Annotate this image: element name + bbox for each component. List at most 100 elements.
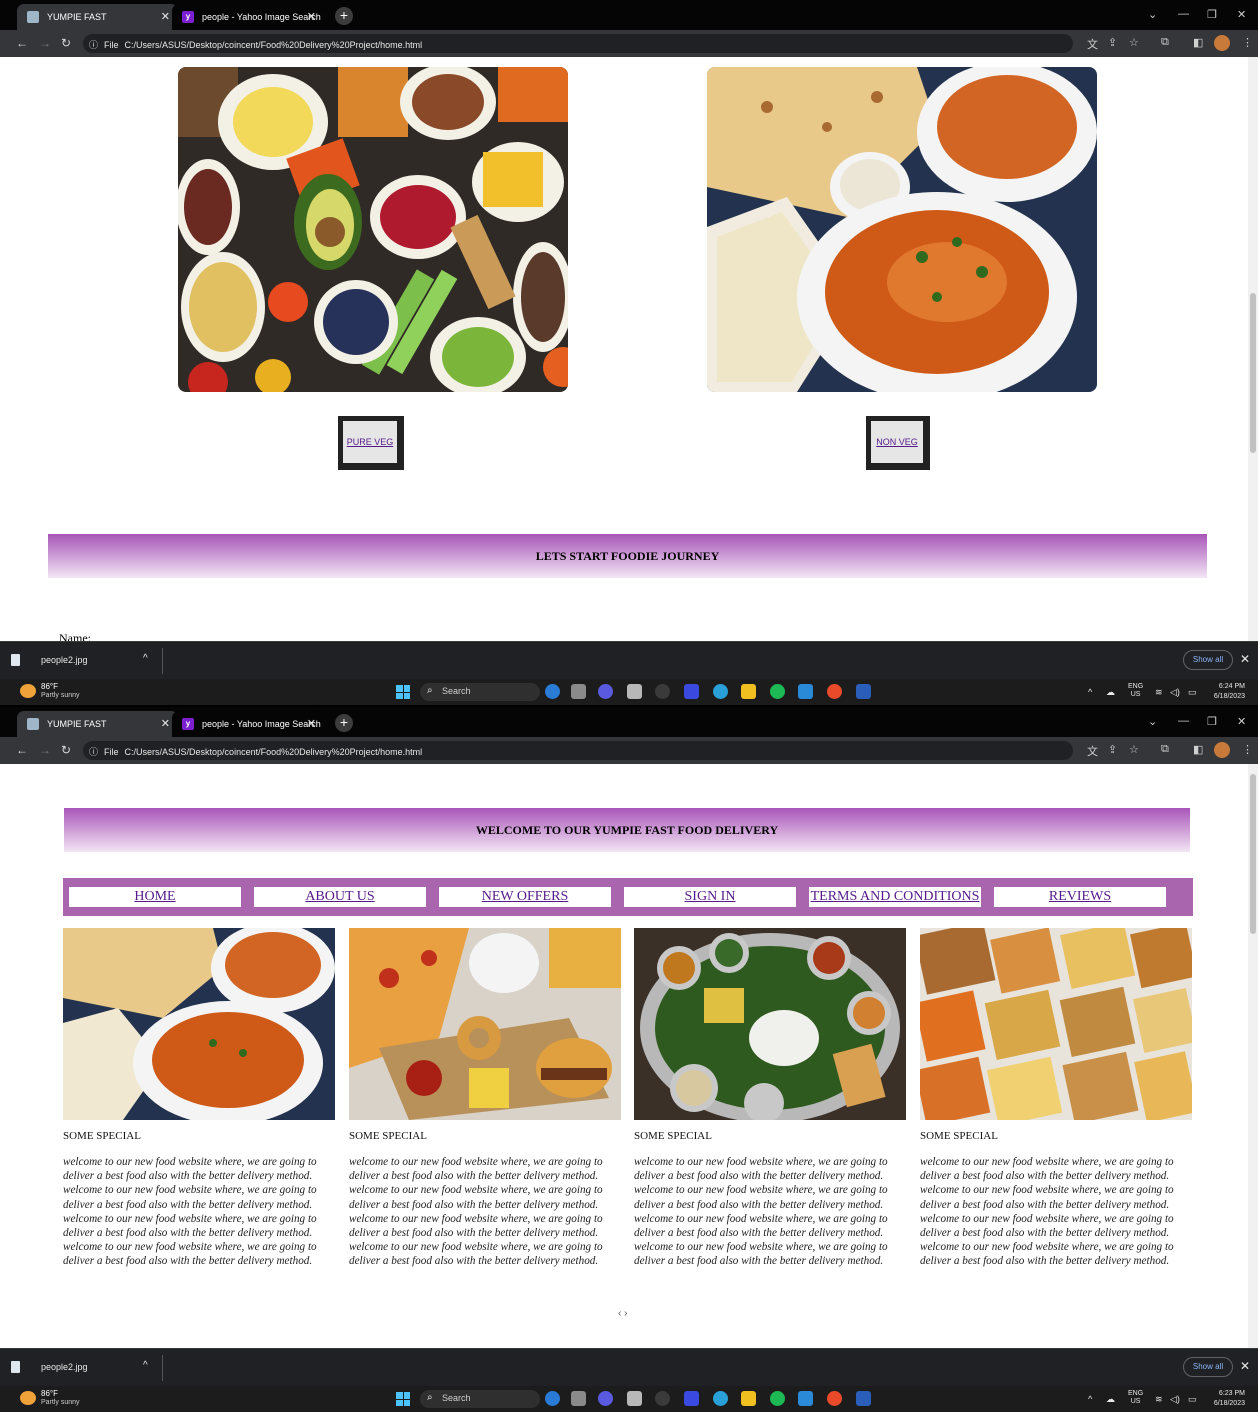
- restore-button[interactable]: ❐: [1207, 8, 1217, 21]
- word-icon[interactable]: [856, 1391, 871, 1406]
- carousel-arrows[interactable]: ‹ ›: [618, 1308, 627, 1319]
- vscode-icon[interactable]: [798, 1391, 813, 1406]
- tab-search-icon[interactable]: ⌄: [1148, 8, 1157, 21]
- tab-yumpie[interactable]: YUMPIE FAST ✕: [17, 4, 178, 30]
- close-tab-icon[interactable]: ✕: [307, 10, 316, 23]
- share-icon[interactable]: ⇪: [1108, 36, 1117, 49]
- url-field[interactable]: ⓘ File C:/Users/ASUS/Desktop/coincent/Food…: [83, 741, 1073, 760]
- taskbar-search[interactable]: ⌕ Search: [420, 1390, 540, 1408]
- pure-veg-button[interactable]: PURE VEG: [338, 416, 404, 470]
- close-window-button[interactable]: ✕: [1237, 8, 1246, 21]
- store-icon[interactable]: [627, 684, 642, 699]
- tray-chevron-icon[interactable]: ^: [1088, 1394, 1092, 1404]
- battery-icon[interactable]: ▭: [1188, 1394, 1197, 1405]
- profile-avatar[interactable]: [1214, 35, 1230, 51]
- weather-icon[interactable]: [20, 1391, 36, 1405]
- task-view-icon[interactable]: [571, 1391, 586, 1406]
- nav-home[interactable]: HOME: [69, 887, 241, 907]
- translate-icon[interactable]: 文: [1087, 36, 1098, 52]
- chrome-icon[interactable]: [827, 684, 842, 699]
- copilot-icon[interactable]: [545, 1391, 560, 1406]
- chevron-up-icon[interactable]: ^: [143, 1360, 148, 1371]
- app-icon[interactable]: [684, 1391, 699, 1406]
- url-field[interactable]: ⓘ File C:/Users/ASUS/Desktop/coincent/Food…: [83, 34, 1073, 53]
- close-downloads-icon[interactable]: ✕: [1240, 1359, 1250, 1373]
- new-tab-button[interactable]: +: [335, 714, 353, 732]
- windows-start-icon[interactable]: [396, 1392, 410, 1406]
- app-icon[interactable]: [684, 684, 699, 699]
- chrome-icon[interactable]: [827, 1391, 842, 1406]
- weather-icon[interactable]: [20, 684, 36, 698]
- side-panel-icon[interactable]: ◧: [1193, 36, 1203, 49]
- teams-icon[interactable]: [598, 684, 613, 699]
- restore-button[interactable]: ❐: [1207, 715, 1217, 728]
- store-icon[interactable]: [627, 1391, 642, 1406]
- tab-yahoo[interactable]: y people - Yahoo Image Search R ✕: [172, 711, 324, 737]
- volume-icon[interactable]: ◁): [1170, 1394, 1180, 1405]
- file-explorer-icon[interactable]: [741, 684, 756, 699]
- wifi-icon[interactable]: ≋: [1155, 687, 1163, 698]
- task-view-icon[interactable]: [571, 684, 586, 699]
- extensions-icon[interactable]: ⧉: [1161, 36, 1169, 49]
- tray-app-icon[interactable]: ☁: [1106, 1394, 1115, 1405]
- menu-icon[interactable]: ⋮: [1242, 743, 1253, 756]
- clock[interactable]: 6:23 PM 6/18/2023: [1207, 1389, 1245, 1409]
- minimize-button[interactable]: —: [1178, 715, 1189, 727]
- chevron-up-icon[interactable]: ^: [143, 653, 148, 664]
- tray-chevron-icon[interactable]: ^: [1088, 687, 1092, 697]
- reload-icon[interactable]: ↻: [61, 36, 71, 50]
- scroll-thumb[interactable]: [1250, 774, 1256, 934]
- tab-search-icon[interactable]: ⌄: [1148, 715, 1157, 728]
- taskbar-search[interactable]: ⌕ Search: [420, 683, 540, 701]
- tab-yumpie[interactable]: YUMPIE FAST ✕: [17, 711, 178, 737]
- close-window-button[interactable]: ✕: [1237, 715, 1246, 728]
- share-icon[interactable]: ⇪: [1108, 743, 1117, 756]
- download-file-name[interactable]: people2.jpg: [41, 655, 88, 665]
- vscode-icon[interactable]: [798, 684, 813, 699]
- nav-new-offers[interactable]: NEW OFFERS: [439, 887, 611, 907]
- non-veg-button[interactable]: NON VEG: [866, 416, 930, 470]
- bookmark-star-icon[interactable]: ☆: [1129, 36, 1139, 49]
- show-all-button[interactable]: Show all: [1183, 650, 1233, 670]
- close-tab-icon[interactable]: ✕: [161, 10, 170, 23]
- nav-terms[interactable]: TERMS AND CONDITIONS: [809, 887, 981, 907]
- side-panel-icon[interactable]: ◧: [1193, 743, 1203, 756]
- profile-avatar[interactable]: [1214, 742, 1230, 758]
- back-icon[interactable]: ←: [16, 743, 28, 757]
- tray-app-icon[interactable]: ☁: [1106, 687, 1115, 698]
- scroll-thumb[interactable]: [1250, 293, 1256, 453]
- wifi-icon[interactable]: ≋: [1155, 1394, 1163, 1405]
- extensions-icon[interactable]: ⧉: [1161, 743, 1169, 756]
- tab-yahoo[interactable]: y people - Yahoo Image Search R ✕: [172, 4, 324, 30]
- bookmark-star-icon[interactable]: ☆: [1129, 743, 1139, 756]
- windows-start-icon[interactable]: [396, 685, 410, 699]
- word-icon[interactable]: [856, 684, 871, 699]
- close-downloads-icon[interactable]: ✕: [1240, 652, 1250, 666]
- forward-icon[interactable]: →: [39, 743, 51, 757]
- spotify-icon[interactable]: [770, 1391, 785, 1406]
- edge-icon[interactable]: [713, 684, 728, 699]
- close-tab-icon[interactable]: ✕: [161, 717, 170, 730]
- file-explorer-icon[interactable]: [741, 1391, 756, 1406]
- edge-icon[interactable]: [713, 1391, 728, 1406]
- github-icon[interactable]: [655, 1391, 670, 1406]
- nav-about-us[interactable]: ABOUT US: [254, 887, 426, 907]
- back-icon[interactable]: ←: [16, 36, 28, 50]
- volume-icon[interactable]: ◁): [1170, 687, 1180, 698]
- menu-icon[interactable]: ⋮: [1242, 36, 1253, 49]
- clock[interactable]: 6:24 PM 6/18/2023: [1207, 682, 1245, 702]
- new-tab-button[interactable]: +: [335, 7, 353, 25]
- language-indicator[interactable]: ENG US: [1128, 683, 1143, 699]
- github-icon[interactable]: [655, 684, 670, 699]
- teams-icon[interactable]: [598, 1391, 613, 1406]
- battery-icon[interactable]: ▭: [1188, 687, 1197, 698]
- nav-sign-in[interactable]: SIGN IN: [624, 887, 796, 907]
- language-indicator[interactable]: ENG US: [1128, 1390, 1143, 1406]
- close-tab-icon[interactable]: ✕: [307, 717, 316, 730]
- translate-icon[interactable]: 文: [1087, 743, 1098, 759]
- reload-icon[interactable]: ↻: [61, 743, 71, 757]
- copilot-icon[interactable]: [545, 684, 560, 699]
- spotify-icon[interactable]: [770, 684, 785, 699]
- download-file-name[interactable]: people2.jpg: [41, 1362, 88, 1372]
- page-scrollbar[interactable]: [1248, 57, 1258, 641]
